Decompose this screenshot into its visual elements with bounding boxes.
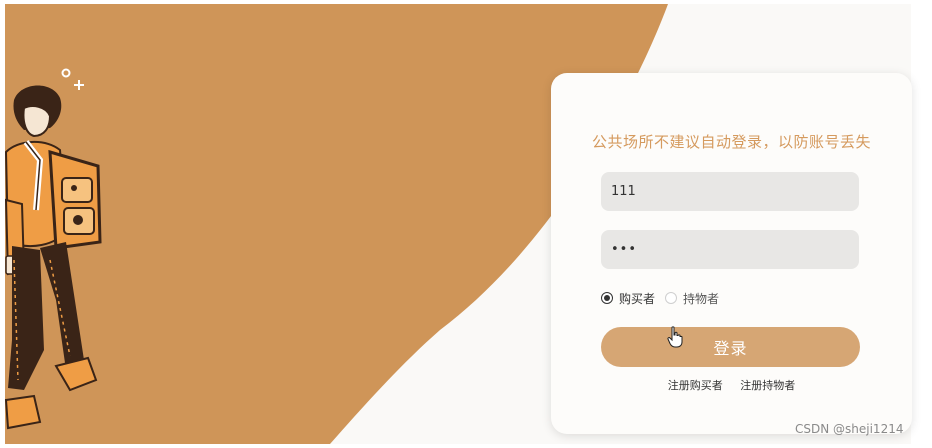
role-radio-group: 购买者 持物者: [601, 289, 729, 307]
register-links: 注册购买者 注册持物者: [551, 377, 912, 393]
login-page: 公共场所不建议自动登录，以防账号丢失 购买者 持物者 登录 注册购买者 注册持物…: [0, 0, 932, 448]
radio-button-unchecked[interactable]: [665, 292, 678, 304]
backpacker-illustration: [4, 68, 102, 430]
hand-pointer-icon: [667, 326, 683, 348]
role-option-holder[interactable]: 持物者: [665, 290, 719, 307]
login-button[interactable]: 登录: [601, 327, 860, 367]
username-input[interactable]: [601, 172, 859, 211]
register-holder-link[interactable]: 注册持物者: [740, 379, 795, 392]
role-label-holder: 持物者: [683, 291, 720, 306]
role-label-buyer: 购买者: [619, 291, 656, 306]
sparkle-icon: [61, 68, 84, 90]
register-buyer-link[interactable]: 注册购买者: [668, 379, 723, 392]
watermark: CSDN @sheji1214: [795, 422, 904, 436]
login-card: 公共场所不建议自动登录，以防账号丢失 购买者 持物者 登录 注册购买者 注册持物…: [551, 73, 912, 434]
security-notice: 公共场所不建议自动登录，以防账号丢失: [591, 133, 871, 151]
radio-button-checked[interactable]: [601, 292, 613, 304]
role-option-buyer[interactable]: 购买者: [601, 290, 655, 307]
password-input[interactable]: [601, 230, 859, 269]
